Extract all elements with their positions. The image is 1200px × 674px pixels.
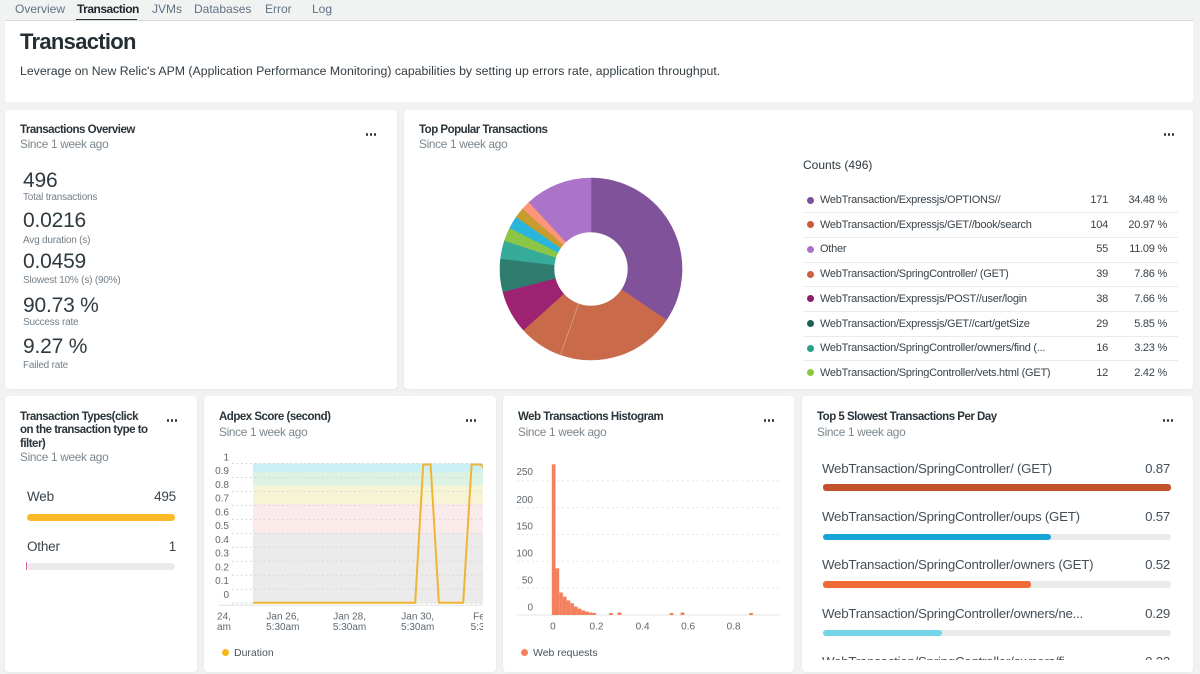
svg-text:0.4: 0.4: [636, 622, 650, 633]
svg-text:0.8: 0.8: [215, 480, 229, 491]
svg-text:0.2: 0.2: [215, 562, 229, 573]
svg-text:100: 100: [516, 548, 533, 559]
svg-text:0.2: 0.2: [590, 622, 604, 633]
svg-text:0.1: 0.1: [215, 576, 229, 587]
svg-text:250: 250: [516, 467, 533, 478]
svg-text:0: 0: [550, 622, 556, 633]
svg-text:am: am: [217, 622, 231, 633]
svg-text:5:30am: 5:30am: [401, 622, 434, 633]
svg-text:200: 200: [516, 495, 533, 506]
svg-text:5:30am: 5:30am: [471, 622, 483, 633]
svg-text:0.3: 0.3: [215, 549, 229, 560]
svg-text:0.8: 0.8: [727, 622, 741, 633]
svg-text:5:30am: 5:30am: [266, 622, 299, 633]
svg-text:0.9: 0.9: [215, 466, 229, 477]
svg-text:0.6: 0.6: [681, 622, 695, 633]
svg-text:0.5: 0.5: [215, 521, 229, 532]
svg-text:0.6: 0.6: [215, 507, 229, 518]
svg-text:1: 1: [223, 452, 229, 463]
svg-text:150: 150: [516, 522, 533, 533]
svg-text:50: 50: [522, 576, 534, 587]
svg-text:0.7: 0.7: [215, 494, 229, 505]
svg-text:0.4: 0.4: [215, 535, 229, 546]
svg-text:0: 0: [527, 602, 533, 613]
svg-text:0: 0: [223, 590, 229, 601]
svg-text:5:30am: 5:30am: [333, 622, 366, 633]
